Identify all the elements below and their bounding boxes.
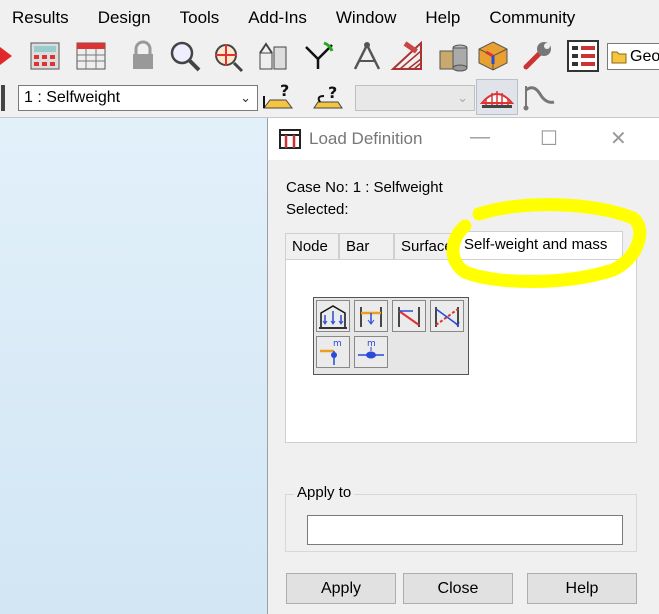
trapezoid-load-icon xyxy=(435,307,460,327)
minimize-icon[interactable]: — xyxy=(470,126,490,149)
tab-node[interactable]: Node xyxy=(285,233,339,259)
bar-mass-button[interactable]: m xyxy=(354,336,388,368)
menu-add-ins[interactable]: Add-Ins xyxy=(248,8,307,28)
load-wizard-icon[interactable]: ? xyxy=(262,80,296,114)
tab-bar[interactable]: Bar xyxy=(339,233,394,259)
model-viewport[interactable] xyxy=(0,118,267,614)
menu-help[interactable]: Help xyxy=(425,8,460,28)
structure-icon[interactable] xyxy=(256,39,290,73)
folder-icon xyxy=(611,51,627,64)
main-toolbar: Geo xyxy=(0,35,659,77)
load-type-button-grid: m m xyxy=(313,297,469,375)
dialog-titlebar[interactable]: Load Definition — ☐ ✕ xyxy=(268,118,659,160)
bar-load-icon xyxy=(360,307,382,327)
tab-panel: m m xyxy=(285,259,637,443)
help-button[interactable]: Help xyxy=(527,573,637,604)
load-case-select[interactable]: 1 : Selfweight ⌄ xyxy=(18,85,258,111)
svg-text:?: ? xyxy=(280,81,289,100)
load-display-icon xyxy=(480,91,514,108)
dialog-title: Load Definition xyxy=(309,129,423,148)
nodal-mass-icon: m xyxy=(320,339,342,365)
partial-arrow-icon[interactable] xyxy=(0,39,14,73)
diagonal-load-icon xyxy=(398,307,420,327)
frame-load-button[interactable] xyxy=(316,300,350,332)
wrench-icon[interactable] xyxy=(520,39,554,73)
menu-results[interactable]: Results xyxy=(12,8,69,28)
selected-label: Selected: xyxy=(286,201,349,218)
diagonal-load-button[interactable] xyxy=(392,300,426,332)
cylinder-icon[interactable] xyxy=(436,39,470,73)
svg-text:?: ? xyxy=(328,83,337,102)
deformation-icon[interactable] xyxy=(522,80,556,114)
menu-bar: Results Design Tools Add-Ins Window Help… xyxy=(0,0,659,35)
menu-design[interactable]: Design xyxy=(98,8,151,28)
load-table-icon[interactable]: ? xyxy=(312,80,346,114)
supports-icon[interactable] xyxy=(302,39,336,73)
measure-icon[interactable] xyxy=(350,39,384,73)
calculator-icon[interactable] xyxy=(28,39,62,73)
app-icon xyxy=(279,129,301,149)
nodal-mass-button[interactable]: m xyxy=(316,336,350,368)
chevron-down-icon: ⌄ xyxy=(457,90,468,105)
lock-icon[interactable] xyxy=(126,39,160,73)
trapezoid-load-button[interactable] xyxy=(430,300,464,332)
menu-window[interactable]: Window xyxy=(336,8,396,28)
load-definition-dialog: Load Definition — ☐ ✕ Case No: 1 : Selfw… xyxy=(267,118,659,614)
view-combo[interactable]: Geo xyxy=(607,43,659,70)
menu-community[interactable]: Community xyxy=(489,8,575,28)
load-case-value: 1 : Selfweight xyxy=(24,89,121,106)
load-toolbar: 1 : Selfweight ⌄ ? ? ⌄ xyxy=(0,77,659,118)
apply-to-label: Apply to xyxy=(294,484,355,501)
tab-self-weight-and-mass[interactable]: Self-weight and mass xyxy=(457,231,623,260)
layout-icon[interactable] xyxy=(566,39,600,73)
truss-icon[interactable] xyxy=(390,39,424,73)
cube-icon[interactable] xyxy=(476,39,510,73)
svg-text:m: m xyxy=(333,339,342,349)
apply-to-input[interactable] xyxy=(307,515,623,545)
pan-icon[interactable] xyxy=(210,39,244,73)
tables-icon[interactable] xyxy=(74,39,108,73)
close-icon[interactable]: ✕ xyxy=(610,126,627,151)
display-loads-button[interactable] xyxy=(476,79,518,115)
maximize-icon[interactable]: ☐ xyxy=(540,126,558,151)
disabled-combo: ⌄ xyxy=(355,85,475,111)
apply-button[interactable]: Apply xyxy=(286,573,396,604)
bar-load-button[interactable] xyxy=(354,300,388,332)
frame-load-icon xyxy=(319,305,347,329)
tab-surface[interactable]: Surface xyxy=(394,233,457,259)
zoom-icon[interactable] xyxy=(168,39,202,73)
chevron-down-icon: ⌄ xyxy=(240,90,251,105)
partial-tool-icon[interactable] xyxy=(0,81,10,115)
case-number-label: Case No: 1 : Selfweight xyxy=(286,179,443,196)
close-button[interactable]: Close xyxy=(403,573,513,604)
bar-mass-icon: m xyxy=(358,339,384,359)
view-combo-text: Geo xyxy=(630,48,659,65)
menu-tools[interactable]: Tools xyxy=(180,8,220,28)
